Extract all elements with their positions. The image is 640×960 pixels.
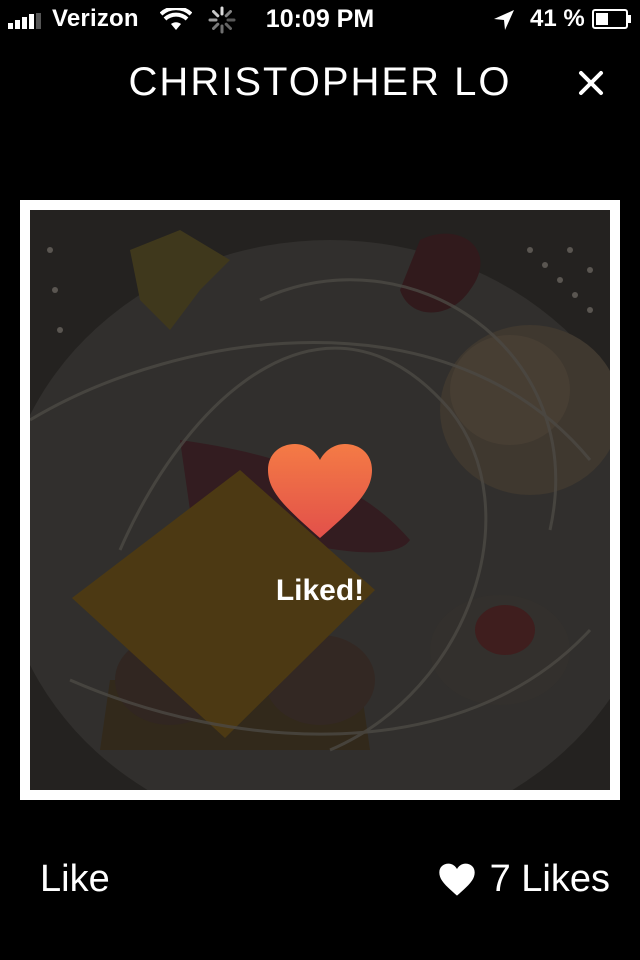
location-arrow-icon [494,10,514,30]
photo-frame: Liked! [20,200,620,800]
likes-count-label: 7 Likes [489,858,610,900]
like-button[interactable]: Like [40,858,110,901]
heart-icon [438,863,475,896]
heart-icon [268,444,372,538]
close-icon[interactable] [576,68,606,98]
battery-icon [592,9,631,29]
food-photo[interactable]: Liked! [30,210,610,790]
status-bar: Verizon 10:09 PM 41 % [0,0,640,40]
page-title: CHRISTOPHER LO [128,60,512,104]
likes-count[interactable]: 7 Likes [438,858,610,901]
liked-confirmation: Liked! [275,574,365,607]
battery-percent: 41 % [530,5,585,32]
